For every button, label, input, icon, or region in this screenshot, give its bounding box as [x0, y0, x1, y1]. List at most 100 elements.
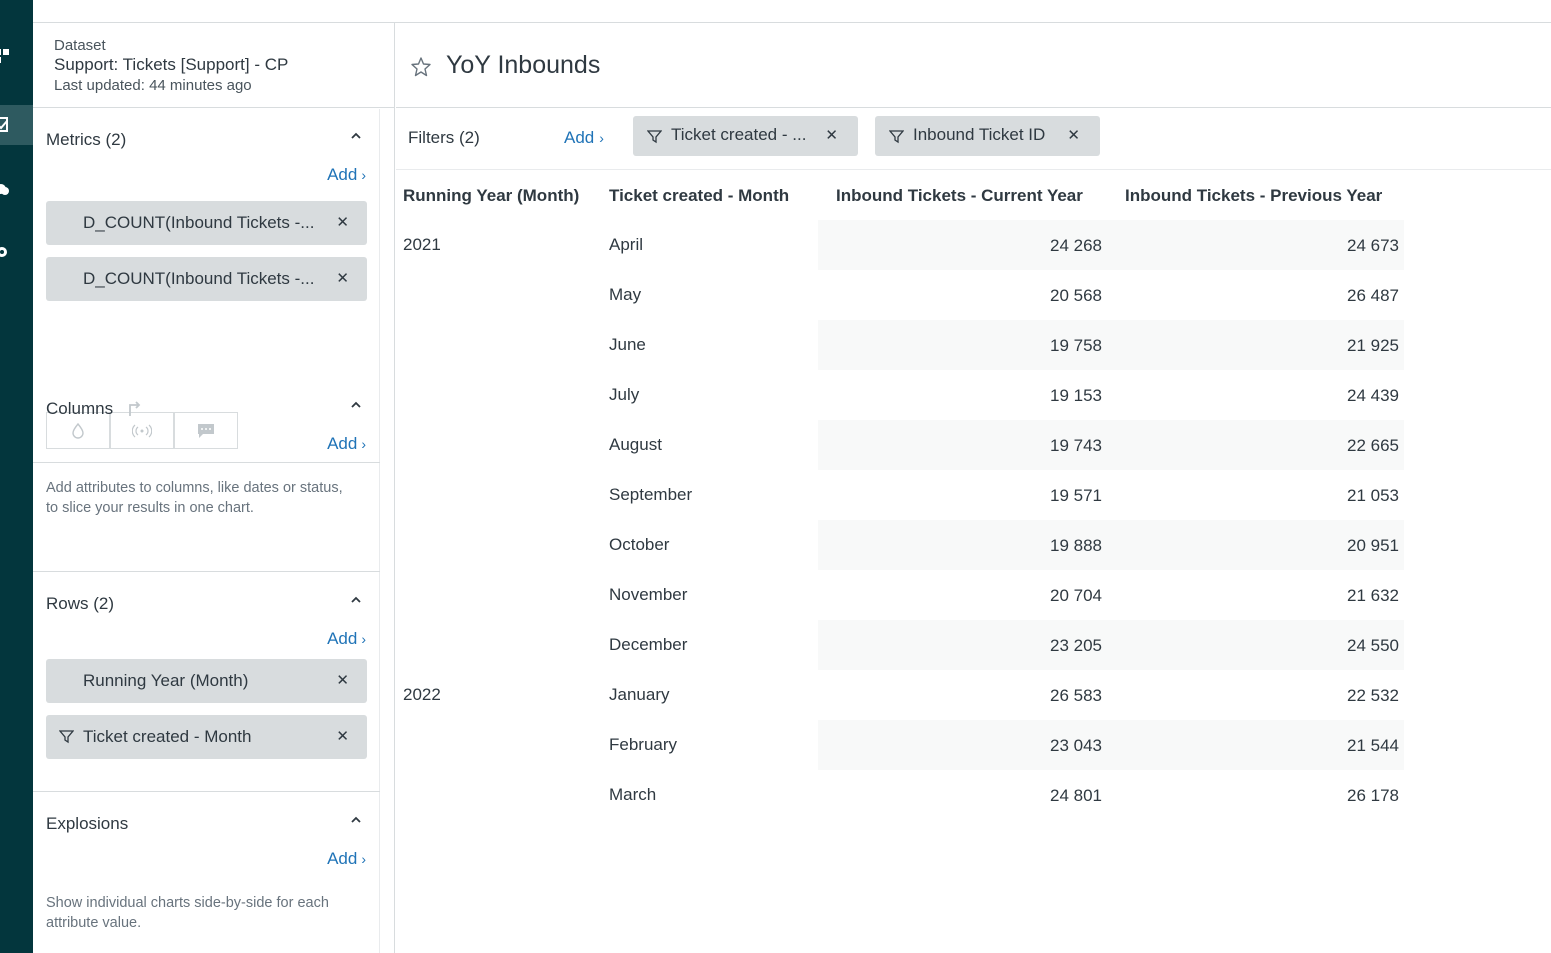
table-row: December 23 205 24 550 — [396, 620, 1551, 670]
rows-add-button[interactable]: Add › — [327, 629, 366, 649]
filters-add-button[interactable]: Add › — [564, 128, 604, 148]
chevron-right-icon: › — [361, 436, 366, 452]
cell-current-year: 23 043 — [1050, 736, 1102, 755]
filter-icon — [889, 130, 904, 144]
chevron-up-icon[interactable] — [349, 129, 363, 143]
cell-previous-year: 20 951 — [1347, 536, 1399, 555]
remove-icon[interactable]: ✕ — [336, 269, 349, 287]
config-sections: Metrics (2) Add › D_COUNT(Inbound Tickets… — [33, 109, 380, 953]
metrics-add-label: Add — [327, 165, 358, 184]
explosions-add-button[interactable]: Add › — [327, 849, 366, 869]
cell-previous-year: 24 439 — [1347, 386, 1399, 405]
cell-current-year: 19 758 — [1050, 336, 1102, 355]
metrics-title[interactable]: Metrics (2) — [46, 130, 126, 150]
nav-dashboards[interactable] — [0, 37, 33, 77]
columns-add-label: Add — [327, 434, 358, 453]
row-pill-label: Running Year (Month) — [83, 671, 249, 690]
cell-month: April — [609, 235, 644, 254]
chevron-up-icon[interactable] — [349, 813, 363, 827]
cell-previous-year: 24 673 — [1347, 236, 1399, 255]
report-title[interactable]: YoY Inbounds — [446, 51, 600, 80]
chevron-up-icon[interactable] — [349, 593, 363, 607]
section-divider — [33, 571, 380, 572]
metric-pill-label: D_COUNT(Inbound Tickets -... — [83, 269, 315, 288]
table-header[interactable]: Inbound Tickets - Current Year — [836, 186, 1083, 206]
cell-current-year: 23 205 — [1050, 636, 1102, 655]
row-pill[interactable]: Running Year (Month) ✕ — [46, 659, 367, 703]
metrics-add-button[interactable]: Add › — [327, 165, 366, 185]
top-strip — [33, 0, 1551, 23]
columns-title-label: Columns — [46, 399, 114, 418]
remove-icon[interactable]: ✕ — [336, 671, 349, 689]
section-divider — [33, 791, 380, 792]
table-row: May 20 568 26 487 — [396, 270, 1551, 320]
columns-help-text: Add attributes to columns, like dates or… — [46, 480, 343, 516]
remove-icon[interactable]: ✕ — [336, 213, 349, 231]
table-row: March 24 801 26 178 — [396, 770, 1551, 820]
report-main: YoY Inbounds Filters (2) Add › Ticket cre… — [396, 23, 1551, 953]
explosions-title[interactable]: Explosions — [46, 814, 128, 834]
filter-chip-label: Ticket created - ... — [671, 125, 807, 144]
filters-label: Filters (2) — [408, 128, 480, 147]
cell-current-year: 20 704 — [1050, 586, 1102, 605]
cell-previous-year: 22 665 — [1347, 436, 1399, 455]
comment-options-button[interactable] — [174, 412, 238, 449]
report-edit-icon — [0, 117, 8, 132]
chevron-right-icon: › — [361, 631, 366, 647]
filter-chip[interactable]: Ticket created - ... ✕ — [633, 116, 858, 156]
pin-icon[interactable] — [410, 56, 432, 78]
cell-month: January — [609, 685, 670, 704]
cell-previous-year: 21 632 — [1347, 586, 1399, 605]
rows-title[interactable]: Rows (2) — [46, 594, 114, 614]
chevron-up-icon[interactable] — [349, 398, 363, 412]
metric-pill[interactable]: D_COUNT(Inbound Tickets -... ✕ — [46, 257, 367, 301]
cell-previous-year: 22 532 — [1347, 686, 1399, 705]
cell-previous-year: 26 178 — [1347, 786, 1399, 805]
metric-pill-label: D_COUNT(Inbound Tickets -... — [83, 213, 315, 232]
remove-icon[interactable]: ✕ — [825, 126, 838, 144]
table-row: 2021 April 24 268 24 673 — [396, 220, 1551, 270]
row-pill[interactable]: Ticket created - Month ✕ — [46, 715, 367, 759]
config-panel: Dataset Support: Tickets [Support] - CP … — [33, 23, 395, 953]
nav-datasets[interactable] — [0, 168, 33, 208]
row-stripe — [818, 520, 1404, 570]
table-row: 2022 January 26 583 22 532 — [396, 670, 1551, 720]
nav-settings[interactable] — [0, 232, 33, 272]
cell-current-year: 24 801 — [1050, 786, 1102, 805]
filter-icon — [59, 730, 74, 744]
cell-year: 2021 — [403, 235, 441, 254]
table-header[interactable]: Inbound Tickets - Previous Year — [1125, 186, 1382, 206]
app-rail — [0, 0, 33, 953]
cell-current-year: 19 153 — [1050, 386, 1102, 405]
remove-icon[interactable]: ✕ — [1067, 126, 1080, 144]
columns-add-button[interactable]: Add › — [327, 434, 366, 454]
chevron-right-icon: › — [599, 130, 604, 146]
cell-month: June — [609, 335, 646, 354]
columns-title[interactable]: Columns — [46, 399, 141, 419]
cell-month: September — [609, 485, 693, 504]
remove-icon[interactable]: ✕ — [336, 727, 349, 745]
cell-previous-year: 26 487 — [1347, 286, 1399, 305]
cell-month: February — [609, 735, 678, 754]
table-row: October 19 888 20 951 — [396, 520, 1551, 570]
metric-pill[interactable]: D_COUNT(Inbound Tickets -... ✕ — [46, 201, 367, 245]
dataset-name[interactable]: Support: Tickets [Support] - CP — [54, 54, 395, 76]
dataset-info: Dataset Support: Tickets [Support] - CP … — [33, 23, 395, 108]
nav-reports[interactable] — [0, 105, 33, 145]
table-header[interactable]: Running Year (Month) — [403, 186, 579, 206]
cloud-icon — [0, 184, 9, 195]
cell-current-year: 19 888 — [1050, 536, 1102, 555]
cell-month: March — [609, 785, 657, 804]
cell-month: August — [609, 435, 662, 454]
cell-current-year: 20 568 — [1050, 286, 1102, 305]
row-stripe — [818, 320, 1404, 370]
report-title-bar: YoY Inbounds — [396, 23, 1551, 108]
swap-icon[interactable] — [124, 398, 144, 418]
explosions-add-label: Add — [327, 849, 358, 868]
table-header[interactable]: Ticket created - Month — [609, 186, 789, 206]
filter-chip[interactable]: Inbound Ticket ID ✕ — [875, 116, 1100, 156]
dataset-updated: Last updated: 44 minutes ago — [54, 77, 252, 94]
drop-icon — [72, 422, 84, 439]
dataset-label: Dataset — [54, 37, 106, 54]
filter-icon — [647, 130, 662, 144]
